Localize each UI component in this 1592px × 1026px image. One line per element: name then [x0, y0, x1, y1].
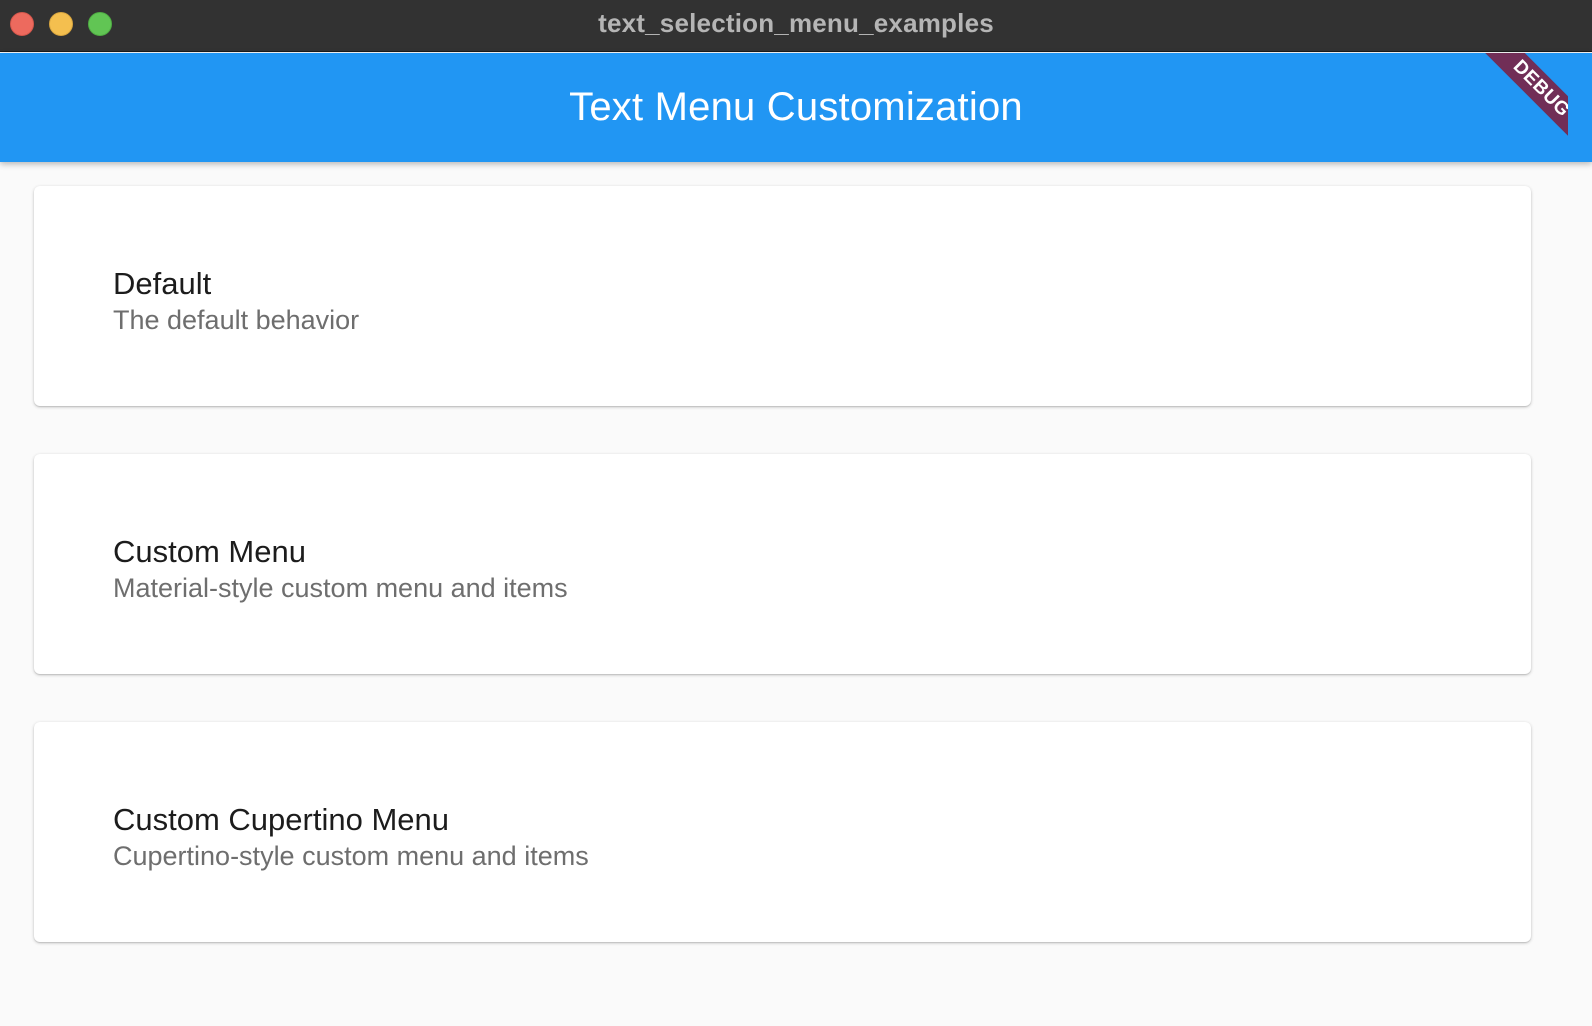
app-bar-title: Text Menu Customization [569, 85, 1023, 129]
example-title: Custom Menu [113, 534, 306, 569]
example-subtitle: The default behavior [113, 305, 360, 335]
example-title: Custom Cupertino Menu [113, 802, 449, 837]
examples-list: Default The default behavior Custom Menu… [0, 162, 1592, 1026]
window-titlebar: text_selection_menu_examples [0, 0, 1592, 52]
app-window: text_selection_menu_examples Text Menu C… [0, 0, 1592, 1026]
example-subtitle: Material-style custom menu and items [113, 573, 568, 603]
example-card-default[interactable]: Default The default behavior [34, 186, 1531, 406]
example-subtitle: Cupertino-style custom menu and items [113, 841, 589, 871]
example-card-custom-menu[interactable]: Custom Menu Material-style custom menu a… [34, 454, 1531, 674]
example-card-custom-cupertino-menu[interactable]: Custom Cupertino Menu Cupertino-style cu… [34, 722, 1531, 942]
window-title: text_selection_menu_examples [598, 8, 994, 38]
example-title: Default [113, 266, 212, 301]
app-bar: Text Menu Customization [0, 53, 1592, 162]
